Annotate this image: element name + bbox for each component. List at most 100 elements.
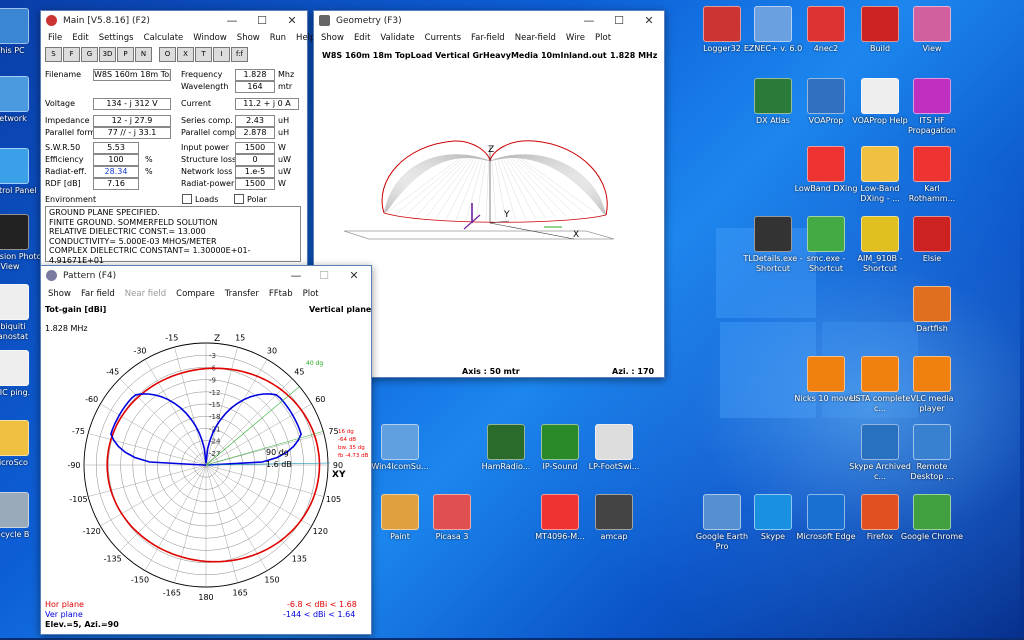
minimize-icon[interactable]: — xyxy=(574,11,604,31)
angle-label: -135 xyxy=(104,554,122,563)
menu-fftab[interactable]: FFtab xyxy=(269,289,293,299)
desktop-icon[interactable]: Karl Rothamm... xyxy=(900,146,964,204)
close-icon[interactable]: ✕ xyxy=(277,11,307,31)
radiat-eff-label: Radiat-eff. xyxy=(45,167,87,176)
toolbar-button[interactable]: N xyxy=(135,47,152,62)
close-icon[interactable]: ✕ xyxy=(634,11,664,31)
annotation-front-back: fb -4.73 dB xyxy=(338,453,369,459)
menu-far-field[interactable]: Far-field xyxy=(471,33,505,43)
menu-run[interactable]: Run xyxy=(270,33,286,43)
pattern-mesh xyxy=(383,154,607,221)
series-comp-unit: uH xyxy=(278,116,290,125)
desktop-icon[interactable]: MicroSco xyxy=(0,420,42,468)
toolbar-button[interactable]: f:f xyxy=(231,47,248,62)
menu-compare[interactable]: Compare xyxy=(176,289,215,299)
menu-file[interactable]: File xyxy=(48,33,62,43)
radiat-eff-field: 28.34 xyxy=(93,166,139,178)
structure-loss-unit: uW xyxy=(278,155,291,164)
desktop-icon[interactable]: Elsie xyxy=(900,216,964,264)
desktop-icon[interactable]: 3D Vision Photo View xyxy=(0,214,42,272)
desktop-icon[interactable]: Win4IcomSu... xyxy=(368,424,432,472)
minimize-icon[interactable]: — xyxy=(217,11,247,31)
geometry-titlebar[interactable]: Geometry (F3) — ☐ ✕ xyxy=(314,11,664,31)
desktop-icon[interactable]: Network xyxy=(0,76,42,124)
desktop-icon[interactable]: View xyxy=(900,6,964,54)
wavelength-label: Wavelength xyxy=(181,82,229,91)
menu-wire[interactable]: Wire xyxy=(566,33,585,43)
menu-plot[interactable]: Plot xyxy=(595,33,611,43)
toolbar-button[interactable]: S xyxy=(45,47,62,62)
app-shortcut-icon xyxy=(703,6,741,42)
menu-show[interactable]: Show xyxy=(48,289,71,299)
annotation-16dg: 16 dg xyxy=(338,429,354,435)
menu-window[interactable]: Window xyxy=(193,33,227,43)
menu-edit[interactable]: Edit xyxy=(354,33,370,43)
app-shortcut-icon xyxy=(807,494,845,530)
polar-checkbox[interactable] xyxy=(234,194,244,204)
desktop-icon[interactable]: BLIC ping. xyxy=(0,350,42,398)
desktop-icon[interactable]: Remote Desktop ... xyxy=(900,424,964,482)
toolbar-button[interactable]: T xyxy=(195,47,212,62)
menu-currents[interactable]: Currents xyxy=(425,33,461,43)
main-window[interactable]: Main [V5.8.16] (F2) — ☐ ✕ File Edit Sett… xyxy=(40,10,315,266)
desktop-icon[interactable]: Picasa 3 xyxy=(420,494,484,542)
menu-plot[interactable]: Plot xyxy=(303,289,319,299)
pattern-window[interactable]: Pattern (F4) — ☐ ✕ Show Far field Near f… xyxy=(40,265,372,635)
desktop-icon[interactable]: Control Panel xyxy=(0,148,42,196)
menu-calculate[interactable]: Calculate xyxy=(144,33,184,43)
menu-show[interactable]: Show xyxy=(237,33,260,43)
filename-field[interactable]: W8S 160m 18m Top xyxy=(93,69,171,81)
angle-label: 30 xyxy=(267,347,277,356)
desktop-icon-label: VLC media player xyxy=(910,394,954,413)
desktop-icon[interactable]: Ubiquiti Nanostat xyxy=(0,284,42,342)
desktop-icon[interactable]: Dartfish xyxy=(900,286,964,334)
menu-near-field[interactable]: Near field xyxy=(125,289,166,299)
minimize-icon[interactable]: — xyxy=(281,266,311,286)
main-titlebar[interactable]: Main [V5.8.16] (F2) — ☐ ✕ xyxy=(41,11,307,31)
menu-validate[interactable]: Validate xyxy=(380,33,414,43)
x-axis-label: X xyxy=(573,230,579,240)
desktop-icon[interactable]: Recycle B xyxy=(0,492,42,540)
app-shortcut-icon xyxy=(861,146,899,182)
geometry-title: Geometry (F3) xyxy=(336,16,402,26)
app-shortcut-icon xyxy=(807,78,845,114)
toolbar-button[interactable]: I xyxy=(213,47,230,62)
toolbar-button[interactable]: F xyxy=(63,47,80,62)
menu-edit[interactable]: Edit xyxy=(72,33,88,43)
desktop-icon[interactable]: LP-FootSwi... xyxy=(582,424,646,472)
maximize-icon[interactable]: ☐ xyxy=(604,11,634,31)
desktop-icon[interactable]: VLC media player xyxy=(900,356,964,414)
grid-spoke xyxy=(100,403,207,466)
pattern-titlebar[interactable]: Pattern (F4) — ☐ ✕ xyxy=(41,266,371,286)
close-icon[interactable]: ✕ xyxy=(339,266,369,286)
maximize-icon[interactable]: ☐ xyxy=(247,11,277,31)
polar-plot[interactable]: 907560453015-15-30-45-60-75-90-105-120-1… xyxy=(41,300,371,600)
mesh-line xyxy=(425,158,471,218)
app-shortcut-icon xyxy=(0,492,29,528)
desktop-icon[interactable]: amcap xyxy=(582,494,646,542)
frequency-field[interactable]: 1.828 xyxy=(235,69,275,81)
menu-settings[interactable]: Settings xyxy=(99,33,134,43)
maximize-icon[interactable]: ☐ xyxy=(309,266,339,286)
menu-transfer[interactable]: Transfer xyxy=(225,289,259,299)
toolbar-button[interactable]: O xyxy=(159,47,176,62)
toolbar-button[interactable]: X xyxy=(177,47,194,62)
angle-label: 45 xyxy=(294,368,304,377)
series-comp-label: Series comp. xyxy=(181,116,233,125)
desktop-icon[interactable]: Google Chrome xyxy=(900,494,964,542)
toolbar-button[interactable]: 3D xyxy=(99,47,116,62)
menu-near-field[interactable]: Near-field xyxy=(515,33,556,43)
app-shortcut-icon xyxy=(0,148,29,184)
toolbar-button[interactable]: G xyxy=(81,47,98,62)
y-axis-label: Y xyxy=(503,210,510,220)
loads-checkbox[interactable] xyxy=(182,194,192,204)
menu-show[interactable]: Show xyxy=(321,33,344,43)
desktop-icon[interactable]: ITS HF Propagation xyxy=(900,78,964,136)
rdf-field: 7.16 xyxy=(93,178,139,190)
parallel-form-label: Parallel form xyxy=(45,128,96,137)
toolbar-button[interactable]: P xyxy=(117,47,134,62)
menu-far-field[interactable]: Far field xyxy=(81,289,115,299)
voltage-field: 134 - j 312 V xyxy=(93,98,171,110)
desktop-icon[interactable]: This PC xyxy=(0,8,42,56)
mesh-line xyxy=(475,158,486,221)
